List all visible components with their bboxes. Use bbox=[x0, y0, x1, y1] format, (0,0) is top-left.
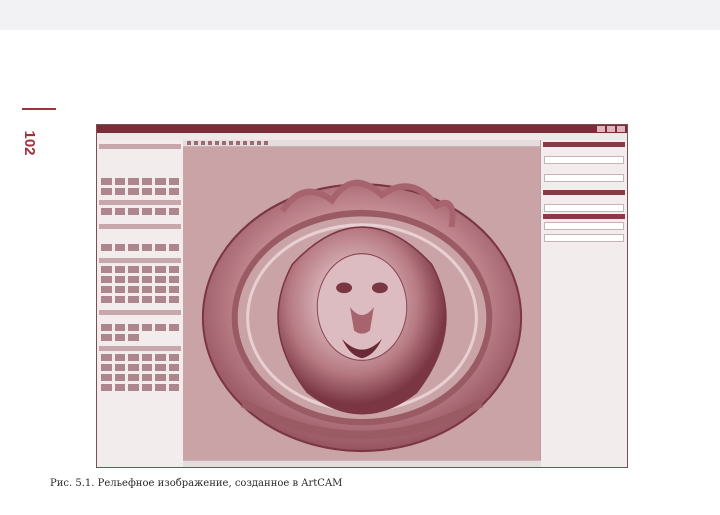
window-controls bbox=[597, 126, 625, 132]
top-bar bbox=[0, 0, 720, 30]
left-panel-section-bar bbox=[99, 310, 181, 315]
page-marker-line bbox=[22, 108, 56, 110]
right-panel-field[interactable] bbox=[544, 204, 624, 212]
figure-artcam-screenshot bbox=[96, 124, 628, 468]
left-panel-section-bar bbox=[99, 346, 181, 351]
right-panel-section-bar bbox=[543, 142, 625, 147]
left-panel-icons-1 bbox=[101, 178, 179, 195]
left-panel-section-bar bbox=[99, 200, 181, 205]
view-toolbar bbox=[183, 140, 541, 147]
left-panel-section-bar bbox=[99, 258, 181, 263]
menu-bar bbox=[97, 133, 627, 140]
relief-model-icon bbox=[201, 179, 523, 453]
3d-viewport[interactable] bbox=[183, 147, 541, 467]
status-bar bbox=[183, 460, 541, 467]
left-panel-icons-4 bbox=[101, 266, 179, 303]
left-panel bbox=[97, 140, 184, 467]
left-panel-icons-3 bbox=[101, 244, 179, 251]
right-panel-section-bar bbox=[543, 190, 625, 195]
right-panel-tabs bbox=[543, 458, 625, 465]
maximize-icon bbox=[607, 126, 615, 132]
right-panel-section-bar bbox=[543, 214, 625, 219]
left-panel-icons-6 bbox=[101, 354, 179, 391]
right-panel-field[interactable] bbox=[544, 156, 624, 164]
left-panel-tabs bbox=[99, 458, 181, 465]
right-panel-field[interactable] bbox=[544, 174, 624, 182]
right-panel-field[interactable] bbox=[544, 222, 624, 230]
right-panel bbox=[540, 140, 627, 467]
minimize-icon bbox=[597, 126, 605, 132]
left-panel-section-bar bbox=[99, 224, 181, 229]
page-number: 102 bbox=[21, 130, 38, 156]
window-title-bar bbox=[97, 125, 627, 133]
left-panel-icons-5 bbox=[101, 324, 179, 341]
right-panel-field[interactable] bbox=[544, 234, 624, 242]
left-panel-icons-2 bbox=[101, 208, 179, 215]
figure-caption: Рис. 5.1. Рельефное изображение, созданн… bbox=[50, 478, 343, 489]
left-panel-section-bar bbox=[99, 144, 181, 149]
close-icon bbox=[617, 126, 625, 132]
